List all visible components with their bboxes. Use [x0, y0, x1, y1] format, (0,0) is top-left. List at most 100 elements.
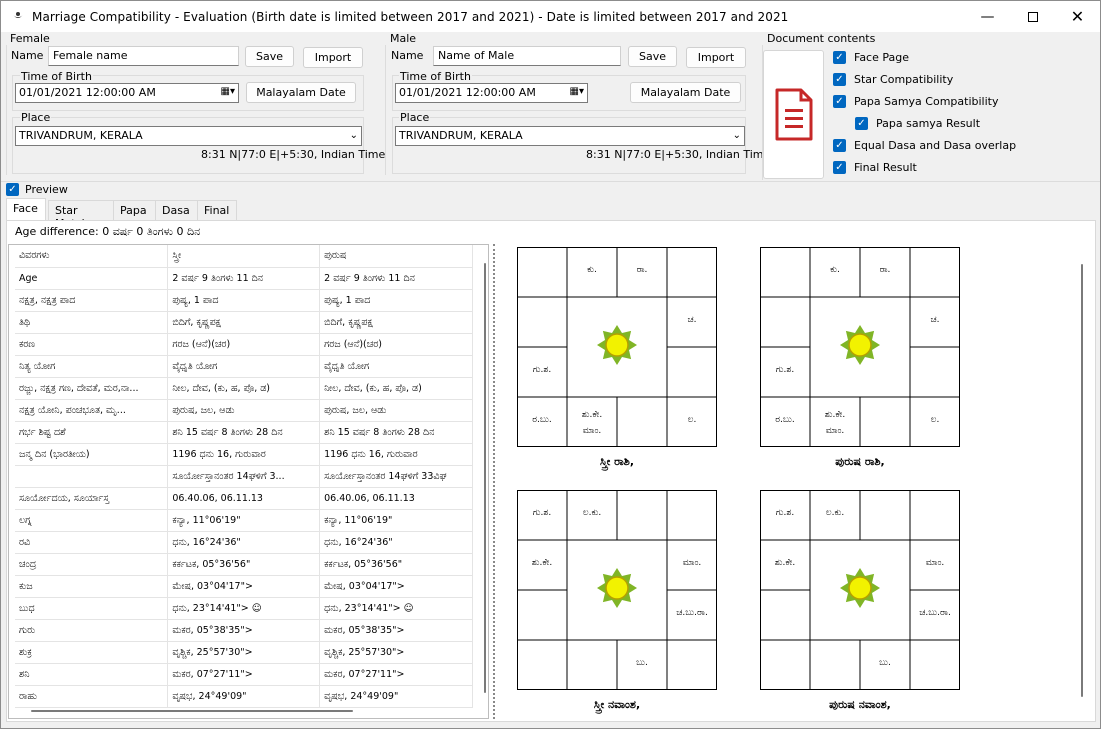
female-save-button[interactable]: Save	[245, 46, 294, 67]
house-planets-label: ಶು.ಕೇ.	[532, 558, 553, 568]
sun-core-icon	[605, 576, 629, 600]
male-import-button[interactable]: Import	[686, 47, 746, 68]
tab-final[interactable]: Final	[197, 200, 237, 220]
details-vertical-scrollbar[interactable]	[484, 263, 486, 693]
details-horizontal-scrollbar[interactable]	[31, 710, 353, 712]
table-row: ನಕ್ಷತ್ರ, ನಕ್ಷತ್ರ ಪಾದ ಪುಷ್ಯ, 1 ಪಾದ ಪುಷ್ಯ, 1…	[15, 289, 473, 312]
female-place-select[interactable]: TRIVANDRUM, KERALA ⌄	[15, 126, 362, 146]
female-value-cell: ಸೂರ್ಯೋಸ್ತಾನಂತರ 14ಘಳಿಗೆ 3...	[167, 465, 321, 488]
house-planets-label: ಮಾಂ.	[826, 426, 845, 436]
details-grid: ವಿವರಗಳು ಸ್ತ್ರೀ ಪುರುಷ Age 2 ವರ್ಷ 9 ತಿಂಗಳು 11 …	[8, 244, 489, 719]
female-value-cell: 06.40.06, 06.11.13	[167, 487, 321, 510]
row-label-cell: ಗುರು	[15, 619, 169, 642]
table-row: ರವಿ ಧನು, 16°24'36" ಧನು, 16°24'36"	[15, 531, 473, 554]
female-value-cell: ಮೇಷ, 03°04'17">	[167, 575, 321, 598]
female-tob-value: 01/01/2021 12:00:00 AM	[19, 86, 156, 99]
calendar-icon: ▦▾	[220, 86, 235, 97]
doc-item-star-compatibility[interactable]: ✓ Star Compatibility	[833, 73, 953, 86]
female-value-cell: ಕನ್ಯಾ, 11°06'19"	[167, 509, 321, 532]
house-planets-label: ಚ.ಬು.ರಾ.	[919, 608, 951, 618]
horoscope-chart: ಕು. ರಾ. ಚ. ಗು.ಶ. ರ.ಬು. ಶು.ಕೇ. ಮಾಂ. ಲ. ಪುರುಷ ರಾಶಿ…	[760, 247, 960, 468]
female-name-input[interactable]: Female name	[48, 46, 239, 66]
male-value-cell: ವೃಷಭ, 24°49'09"	[319, 685, 473, 708]
pdf-document-icon	[775, 88, 812, 140]
male-tob-picker[interactable]: 01/01/2021 12:00:00 AM ▦▾	[395, 83, 588, 103]
female-import-button[interactable]: Import	[303, 47, 363, 68]
doc-item-equal-dasa[interactable]: ✓ Equal Dasa and Dasa overlap	[833, 139, 1016, 152]
horoscope-chart: ಗು.ಶ. ಲ.ಕು. ಮಾಂ. ಶು.ಕೇ. ಚ.ಬು.ರಾ. ಬು. ಸ್ತ್ರೀ ನವ…	[517, 490, 717, 714]
row-label-cell: ನಕ್ಷತ್ರ ಯೋನಿ, ಪಂಚಭೂತ, ಮೃ...	[15, 399, 169, 422]
table-row: ಕುಜ ಮೇಷ, 03°04'17"> ಮೇಷ, 03°04'17">	[15, 575, 473, 598]
preview-checkbox[interactable]: ✓ Preview	[6, 183, 68, 196]
chart-caption: ಸ್ತ್ರೀ ನವಾಂಶ,	[594, 698, 640, 714]
chevron-down-icon: ⌄	[732, 130, 741, 141]
close-icon: ✕	[1070, 7, 1085, 26]
doc-item-final-result[interactable]: ✓ Final Result	[833, 161, 917, 174]
male-value-cell: ಕನ್ಯಾ, 11°06'19"	[319, 509, 473, 532]
male-name-input[interactable]: Name of Male	[433, 46, 621, 66]
house-planets-label: ರಾ.	[637, 265, 648, 275]
table-row: ಬುಧ ಧನು, 23°14'41"> ☺ ಧನು, 23°14'41"> ☺	[15, 597, 473, 620]
checkbox-checked-icon: ✓	[6, 183, 19, 196]
female-value-cell: ಸ್ತ್ರೀ	[167, 245, 321, 268]
house-planets-label: ಮಾಂ.	[583, 426, 602, 436]
male-save-button[interactable]: Save	[628, 46, 677, 67]
male-value-cell: ನೀಲ, ದೇವ, (ಕು, ಹ, ಪೊ, ಡ)	[319, 377, 473, 400]
male-value-cell: ಗರಜ (ಆನೆ)(ಚರ)	[319, 333, 473, 356]
house-planets-label: ಚ.ಬು.ರಾ.	[676, 608, 708, 618]
male-value-cell: ಪುರುಷ, ಜಲ, ಆಡು	[319, 399, 473, 422]
male-value-cell: ಮಕರ, 05°38'35">	[319, 619, 473, 642]
house-planets-label: ರ.ಬು.	[532, 415, 551, 425]
female-value-cell: ವೃಷಭ, 24°49'09"	[167, 685, 321, 708]
female-value-cell: ನೀಲ, ದೇವ, (ಕು, ಹ, ಪೊ, ಡ)	[167, 377, 321, 400]
male-place-select[interactable]: TRIVANDRUM, KERALA ⌄	[395, 126, 745, 146]
tab-star-match[interactable]: Star Match	[48, 200, 114, 230]
row-label-cell: ಸೂರ್ಯೋದಯ, ಸೂರ್ಯಾಸ್ತ	[15, 487, 169, 510]
male-value-cell: ಮಕರ, 07°27'11">	[319, 663, 473, 686]
female-value-cell: ಪುಷ್ಯ, 1 ಪಾದ	[167, 289, 321, 312]
house-planets-label: ಕು.	[830, 265, 840, 275]
minimize-button[interactable]: —	[965, 1, 1010, 32]
checkbox-checked-icon: ✓	[833, 73, 846, 86]
doc-item-face-page[interactable]: ✓ Face Page	[833, 51, 909, 64]
sun-core-icon	[848, 576, 872, 600]
charts-vertical-scrollbar[interactable]	[1081, 264, 1083, 697]
female-value-cell: ಧನು, 16°24'36"	[167, 531, 321, 554]
doc-item-label: Final Result	[854, 161, 917, 174]
male-value-cell: 1196 ಧನು 16, ಗುರುವಾರ	[319, 443, 473, 466]
male-value-cell: ಧನು, 16°24'36"	[319, 531, 473, 554]
doc-item-papa-samya-result[interactable]: ✓ Papa samya Result	[855, 117, 980, 130]
checkbox-checked-icon: ✓	[833, 95, 846, 108]
doc-item-label: Star Compatibility	[854, 73, 954, 86]
chart-caption: ಸ್ತ್ರೀ ರಾಶಿ,	[600, 455, 634, 471]
female-malayalam-date-button[interactable]: Malayalam Date	[246, 82, 356, 103]
tab-papa[interactable]: Papa	[113, 200, 156, 220]
close-button[interactable]: ✕	[1055, 1, 1100, 32]
female-value-cell: ಶನಿ 15 ವರ್ಷ 8 ತಿಂಗಳು 28 ದಿನ	[167, 421, 321, 444]
male-value-cell: ಕರ್ಕಟಕ, 05°36'56"	[319, 553, 473, 576]
female-value-cell: ಮಕರ, 05°38'35">	[167, 619, 321, 642]
male-name-label: Name	[391, 49, 424, 62]
row-label-cell: ವಿವರಗಳು	[15, 245, 169, 268]
male-divider	[385, 45, 386, 175]
tab-face[interactable]: Face	[6, 198, 46, 220]
table-row: ರಜ್ಜು, ನಕ್ಷತ್ರ ಗಣ, ದೇವತೆ, ಮರ,ನಾ... ನೀಲ, ದ…	[15, 377, 473, 400]
house-planets-label: ಗು.ಶ.	[533, 508, 551, 518]
female-value-cell: ಧನು, 23°14'41"> ☺	[167, 597, 321, 620]
female-tob-picker[interactable]: 01/01/2021 12:00:00 AM ▦▾	[15, 83, 239, 103]
doc-item-papa-samya[interactable]: ✓ Papa Samya Compatibility	[833, 95, 998, 108]
pdf-document-button[interactable]	[763, 50, 824, 179]
house-planets-label: ಚ.	[930, 315, 939, 325]
house-planets-label: ಶು.ಕೇ.	[582, 410, 603, 420]
row-label-cell: ಲಗ್ನ	[15, 509, 169, 532]
female-tob-label: Time of Birth	[20, 70, 93, 83]
male-malayalam-date-button[interactable]: Malayalam Date	[630, 82, 741, 103]
house-planets-label: ಗು.ಶ.	[776, 365, 794, 375]
row-label-cell: ರವಿ	[15, 531, 169, 554]
male-coordinates: 8:31 N|77:0 E|+5:30, Indian Time	[586, 148, 771, 161]
charts-panel: ಕು. ರಾ. ಚ. ಗು.ಶ. ರ.ಬು. ಶು.ಕೇ. ಮಾಂ. ಲ. ಸ್ತ್ರೀ ರಾಶ…	[493, 244, 1093, 719]
female-place-label: Place	[20, 111, 52, 124]
female-value-cell: ಕರ್ಕಟಕ, 05°36'56"	[167, 553, 321, 576]
tab-dasa[interactable]: Dasa	[155, 200, 198, 220]
maximize-button[interactable]	[1010, 1, 1055, 32]
